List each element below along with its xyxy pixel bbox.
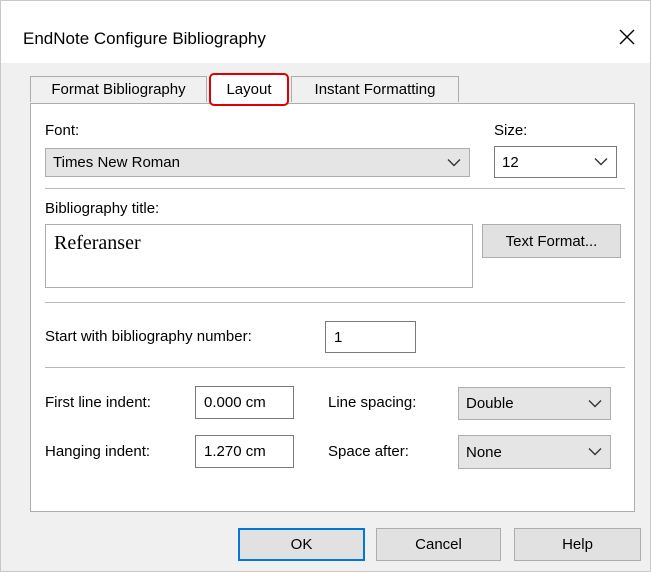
title-bar: EndNote Configure Bibliography	[1, 1, 650, 63]
tab-format-bibliography-label: Format Bibliography	[51, 81, 186, 98]
separator	[45, 367, 625, 368]
line-spacing-value: Double	[466, 395, 514, 412]
help-button[interactable]: Help	[514, 528, 641, 561]
ok-button[interactable]: OK	[238, 528, 365, 561]
size-label: Size:	[494, 122, 528, 139]
line-spacing-select[interactable]: Double	[458, 387, 611, 420]
help-button-label: Help	[562, 536, 593, 553]
hanging-indent-input[interactable]: 1.270 cm	[195, 435, 294, 468]
close-icon	[619, 29, 635, 45]
start-number-value: 1	[334, 328, 343, 346]
size-select[interactable]: 12	[494, 146, 617, 178]
bibliography-title-value: Referanser	[54, 232, 141, 254]
bibliography-title-input[interactable]: Referanser	[45, 224, 473, 288]
hanging-indent-label: Hanging indent:	[45, 443, 151, 460]
space-after-label: Space after:	[328, 443, 409, 460]
first-line-indent-label: First line indent:	[45, 394, 151, 411]
start-number-label: Start with bibliography number:	[45, 328, 252, 345]
start-number-input[interactable]: 1	[325, 321, 416, 353]
line-spacing-label: Line spacing:	[328, 394, 417, 411]
chevron-down-icon	[447, 158, 461, 166]
chevron-down-icon	[594, 158, 608, 166]
text-format-button[interactable]: Text Format...	[482, 224, 621, 258]
configure-bibliography-dialog: EndNote Configure Bibliography Format Bi…	[0, 0, 651, 572]
tab-instant-formatting[interactable]: Instant Formatting	[291, 76, 459, 102]
close-button[interactable]	[607, 19, 647, 55]
chevron-down-icon	[588, 448, 602, 456]
chevron-down-icon	[588, 399, 602, 407]
font-select[interactable]: Times New Roman	[45, 148, 470, 177]
separator	[45, 188, 625, 189]
ok-button-label: OK	[290, 536, 313, 553]
first-line-indent-input[interactable]: 0.000 cm	[195, 386, 294, 419]
first-line-indent-value: 0.000 cm	[204, 394, 266, 411]
font-value: Times New Roman	[53, 154, 180, 171]
space-after-select[interactable]: None	[458, 435, 611, 469]
cancel-button[interactable]: Cancel	[376, 528, 501, 561]
dialog-title: EndNote Configure Bibliography	[23, 29, 266, 48]
text-format-button-label: Text Format...	[505, 232, 598, 250]
space-after-value: None	[466, 443, 502, 461]
tab-format-bibliography[interactable]: Format Bibliography	[30, 76, 207, 102]
bibliography-title-label: Bibliography title:	[45, 200, 160, 217]
tab-instant-formatting-label: Instant Formatting	[314, 81, 436, 98]
hanging-indent-value: 1.270 cm	[204, 443, 266, 460]
cancel-button-label: Cancel	[415, 536, 462, 553]
separator	[45, 302, 625, 303]
font-label: Font:	[45, 122, 80, 139]
tab-layout[interactable]: Layout	[209, 73, 289, 106]
size-value: 12	[502, 153, 519, 171]
layout-panel: Font: Times New Roman Size: 12 Bibliogra…	[30, 103, 635, 512]
tab-layout-label: Layout	[226, 81, 272, 98]
